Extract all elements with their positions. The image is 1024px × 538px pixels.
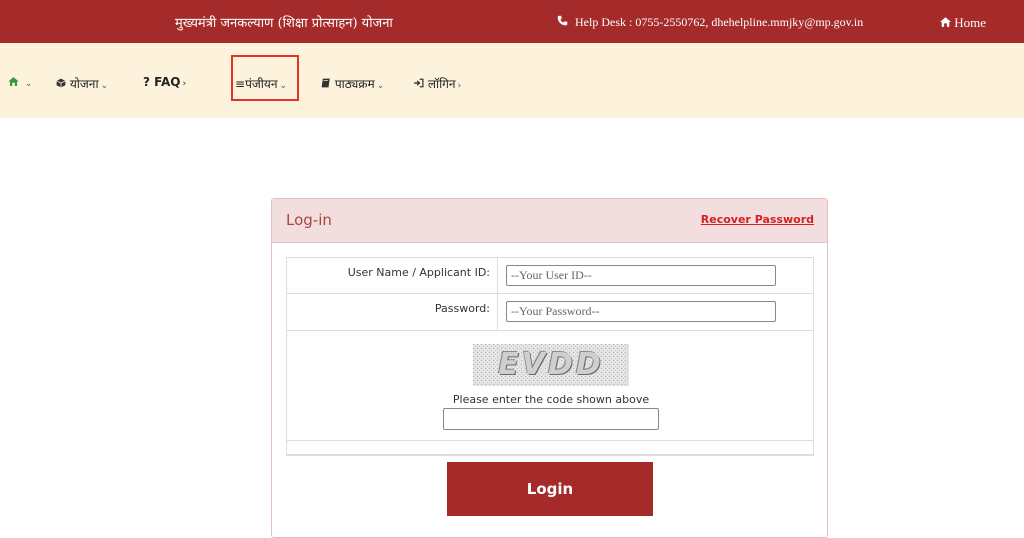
captcha-input[interactable] [443,408,659,430]
panel-header: Log-in Recover Password [272,199,827,243]
password-row: Password: [287,294,813,331]
top-bar: मुख्यमंत्री जनकल्याण (शिक्षा प्रोत्साहन)… [0,0,1024,43]
highlight-box [231,55,299,101]
cube-icon [56,77,70,91]
password-label: Password: [434,302,490,315]
nav-item-label: लॉगिन [427,77,456,91]
chevron-right-icon: › [457,81,462,91]
username-input[interactable] [506,265,776,286]
home-icon [940,15,954,30]
help-desk-text: Help Desk : 0755-2550762, dhehelpline.mm… [575,15,864,29]
captcha-text: EVDD [498,347,604,382]
book-icon [321,77,335,91]
site-title: मुख्यमंत्री जनकल्याण (शिक्षा प्रोत्साहन)… [175,16,393,31]
password-input[interactable] [506,301,776,322]
nav-item-label: पाठ्यक्रम [334,77,375,91]
help-desk-info: Help Desk : 0755-2550762, dhehelpline.mm… [557,15,863,30]
sign-in-icon [413,77,428,91]
home-link[interactable]: Home [940,15,986,31]
login-button[interactable]: Login [447,462,653,516]
username-label-cell: User Name / Applicant ID: [287,258,498,293]
question-icon: ? [143,75,150,89]
login-panel: Log-in Recover Password User Name / Appl… [271,198,828,538]
nav-home[interactable]: ⌄ [8,75,32,89]
phone-icon [557,15,569,30]
home-icon [8,75,23,89]
panel-title: Log-in [286,211,332,229]
home-label: Home [954,15,987,30]
chevron-down-icon: ⌄ [376,81,385,91]
captcha-image: EVDD [473,344,629,386]
recover-password-link[interactable]: Recover Password [701,213,814,226]
nav-item-label: FAQ [154,75,181,89]
nav-item-label: योजना [69,77,99,91]
main-nav: ⌄ योजना ⌄ ? FAQ › ≡पंजीयन ⌄ पाठ्यक्रम ⌄ लॉगि… [0,43,1024,118]
nav-item-login[interactable]: लॉगिन › [413,75,461,92]
login-form: User Name / Applicant ID: Password: [286,257,814,456]
captcha-caption: Please enter the code shown above [452,393,650,406]
chevron-right-icon: › [182,79,187,89]
username-row: User Name / Applicant ID: [287,258,813,294]
nav-item-yojana[interactable]: योजना ⌄ [56,75,108,92]
username-label: User Name / Applicant ID: [347,266,490,279]
password-label-cell: Password: [287,294,498,330]
nav-item-faq[interactable]: ? FAQ › [143,75,186,89]
captcha-row: EVDD Please enter the code shown above [287,331,813,441]
nav-item-syllabus[interactable]: पाठ्यक्रम ⌄ [321,75,384,92]
form-spacer-row [287,441,813,455]
chevron-down-icon: ⌄ [100,81,109,91]
chevron-down-icon: ⌄ [24,79,33,89]
